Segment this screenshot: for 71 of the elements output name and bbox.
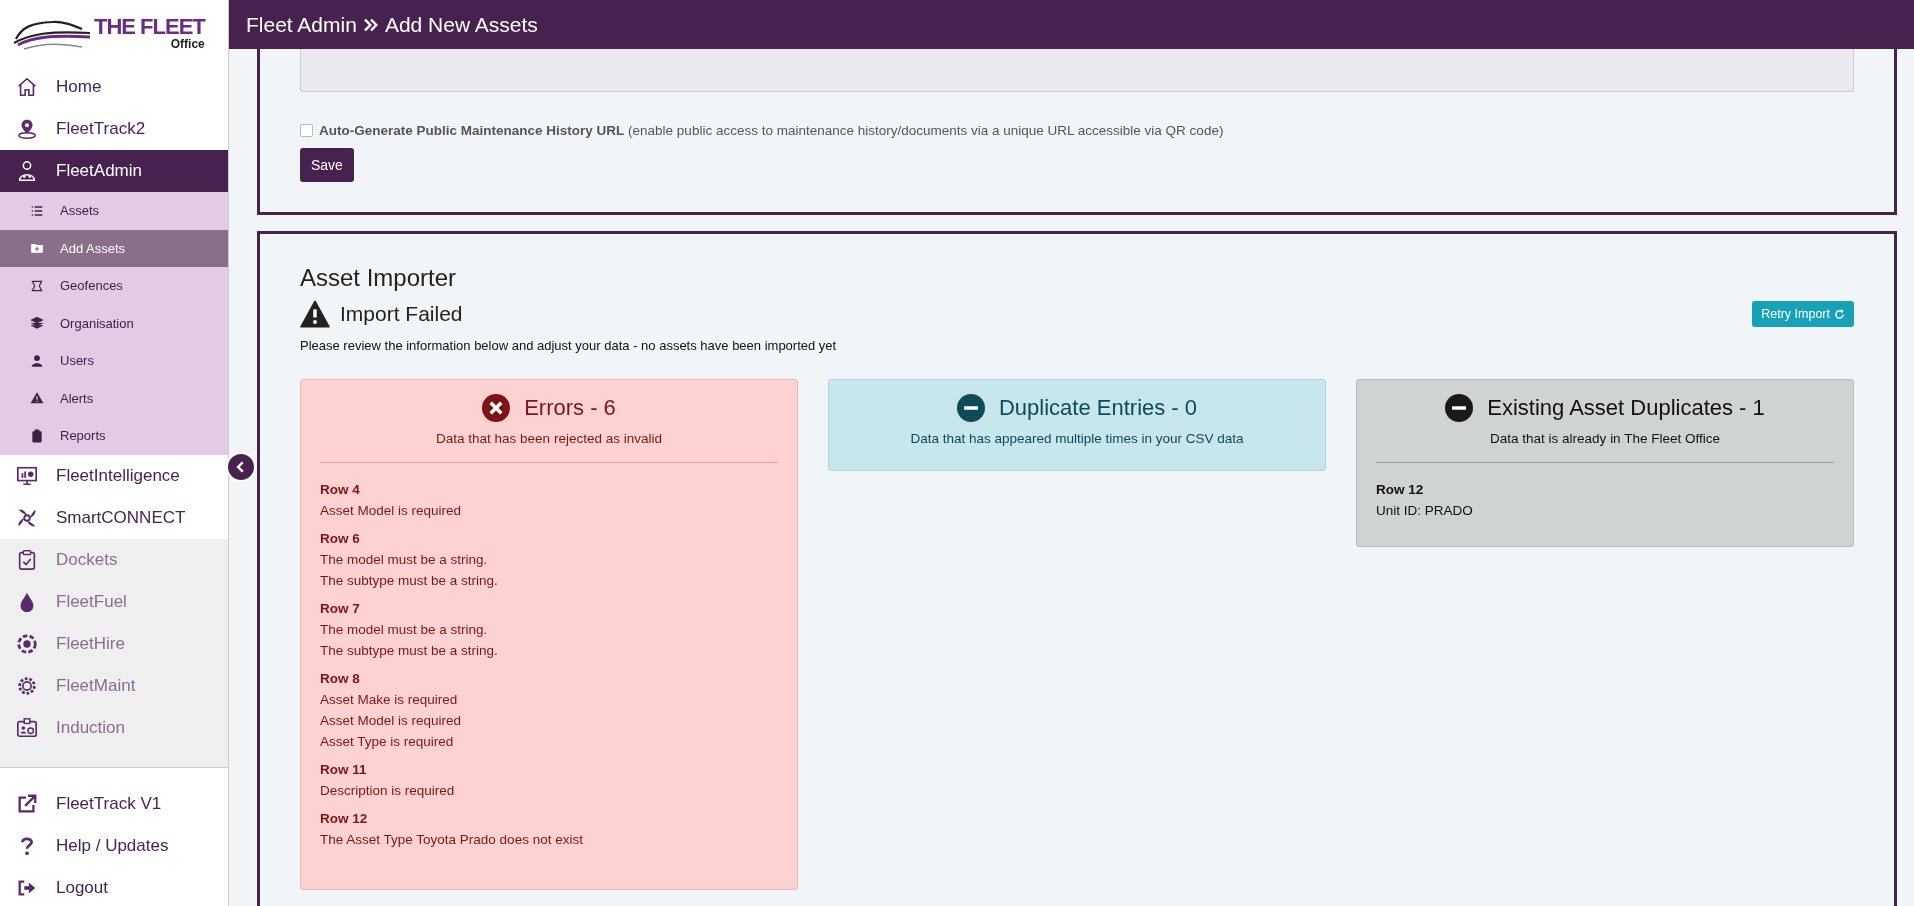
- card-subtitle: Data that is already in The Fleet Office: [1489, 431, 1721, 446]
- clipboard-icon: [30, 428, 44, 443]
- folder-plus-icon: [30, 241, 44, 256]
- external-link-icon: [16, 793, 38, 815]
- submenu-item[interactable]: Users: [0, 342, 228, 380]
- text-area[interactable]: [300, 49, 1854, 92]
- sidebar-item[interactable]: SmartCONNECT: [0, 496, 228, 539]
- submenu-item[interactable]: Add Assets: [0, 229, 228, 267]
- double-chevron-icon: [362, 16, 379, 33]
- entry-message: The model must be a string.: [320, 551, 489, 569]
- sidebar-item[interactable]: FleetIntelligence: [0, 454, 228, 497]
- row-label: Row 4: [320, 481, 361, 499]
- list-icon: [30, 203, 44, 218]
- entry-message: Description is required: [320, 782, 456, 800]
- entry-message: Asset Make is required: [320, 691, 459, 709]
- card-subtitle: Data that has appeared multiple times in your CSV data: [909, 431, 1245, 446]
- row-label: Row 7: [320, 600, 361, 618]
- checkbox-label: Auto-Generate Public Maintenance History URL (enable public access to maintenance history/documents via a unique URL accessible via QR code): [319, 123, 1224, 138]
- submenu-item[interactable]: Geofences: [0, 267, 228, 305]
- checkbox[interactable]: [300, 124, 313, 137]
- submenu-item[interactable]: Assets: [0, 192, 228, 230]
- location-pin-icon: [16, 118, 38, 140]
- sidebar-item[interactable]: Logout: [0, 867, 228, 906]
- monitor-chart-icon: [16, 464, 38, 487]
- id-badge-icon: [16, 716, 38, 739]
- card-title: Errors - 6: [524, 395, 616, 421]
- row-label: Row 12: [1376, 481, 1425, 499]
- collapse-sidebar-button[interactable]: [226, 452, 256, 482]
- warning-icon: [300, 300, 330, 328]
- row-label: Row 6: [320, 530, 361, 548]
- breadcrumb-item[interactable]: Fleet Admin: [246, 12, 357, 37]
- entry-message: The Asset Type Toyota Prado does not exist: [320, 831, 584, 849]
- layers-icon: [30, 316, 44, 331]
- clipboard-check-icon: [16, 548, 38, 571]
- sidebar-item[interactable]: FleetTrack2: [0, 108, 228, 150]
- user-icon: [16, 160, 38, 182]
- sidebar-item[interactable]: Home: [0, 66, 228, 108]
- breadcrumb-item: Add New Assets: [384, 12, 538, 37]
- warning-icon: [30, 391, 44, 406]
- sidebar-item[interactable]: Help / Updates: [0, 825, 228, 867]
- entry-message: Asset Type is required: [320, 733, 455, 751]
- status-heading: Import Failed: [340, 302, 463, 326]
- home-icon: [16, 76, 38, 98]
- row-label: Row 11: [320, 761, 368, 779]
- submenu-item[interactable]: Alerts: [0, 379, 228, 417]
- entry-message: Unit ID: PRADO: [1376, 502, 1474, 520]
- minus-circle-icon: [956, 394, 985, 422]
- save-button[interactable]: Save: [300, 148, 354, 182]
- section-title: Asset Importer: [300, 264, 458, 292]
- logo-title: THE FLEET: [94, 16, 205, 38]
- refresh-icon: [1834, 308, 1845, 320]
- entry-message: Asset Model is required: [320, 502, 463, 520]
- entry-message: The subtype must be a string.: [320, 642, 499, 660]
- entry-message: The model must be a string.: [320, 621, 489, 639]
- user-icon: [30, 353, 44, 368]
- row-label: Row 12: [320, 810, 369, 828]
- sidebar-item[interactable]: FleetAdmin: [0, 150, 228, 192]
- submenu-item[interactable]: Reports: [0, 417, 228, 455]
- sidebar-item[interactable]: FleetTrack V1: [0, 783, 228, 825]
- card-title: Duplicate Entries - 0: [998, 395, 1198, 421]
- card-title: Existing Asset Duplicates - 1: [1487, 395, 1765, 421]
- submenu-item[interactable]: Organisation: [0, 304, 228, 342]
- row-label: Row 8: [320, 670, 361, 688]
- logo-subtitle: Office: [170, 38, 205, 50]
- instruction-text: Please review the information below and adjust your data - no assets have been imported yet: [300, 338, 838, 353]
- card-subtitle: Data that has been rejected as invalid: [435, 431, 663, 446]
- entry-message: Asset Model is required: [320, 712, 463, 730]
- minus-circle-icon: [1445, 394, 1474, 422]
- entry-message: The subtype must be a string.: [320, 572, 499, 590]
- error-circle-icon: [482, 394, 511, 422]
- exit-icon: [16, 877, 38, 899]
